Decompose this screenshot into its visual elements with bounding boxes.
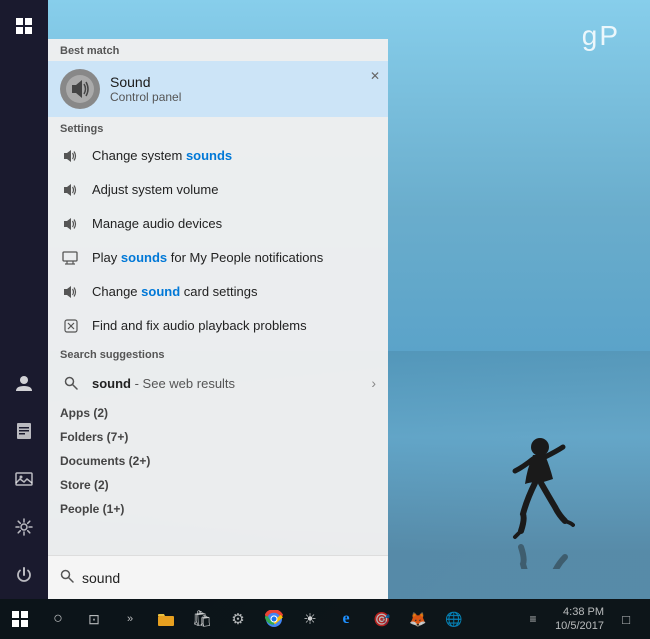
sidebar-item-settings[interactable] <box>0 503 48 551</box>
collapsible-folders[interactable]: Folders (7+) <box>48 425 388 449</box>
search-input[interactable] <box>82 570 376 586</box>
menu-item-text-3: Manage audio devices <box>92 216 222 232</box>
sound-app-icon <box>60 69 100 109</box>
taskbar-overflow-button[interactable]: » <box>112 599 148 639</box>
search-suggestions-label: Search suggestions <box>48 343 388 365</box>
best-match-title: Sound <box>110 74 181 90</box>
menu-item-text-6: Find and fix audio playback problems <box>92 318 307 334</box>
menu-item-manage-audio[interactable]: Manage audio devices <box>48 207 388 241</box>
sidebar-item-pictures[interactable] <box>0 455 48 503</box>
collapsible-people[interactable]: People (1+) <box>48 497 388 521</box>
taskbar-cortana-button[interactable]: ○ <box>40 599 76 639</box>
suggestion-text: sound - See web results <box>92 376 371 391</box>
search-box-icon <box>60 569 74 586</box>
taskbar-system-tray: ≡ 4:38 PM 10/5/2017 □ <box>515 599 650 639</box>
settings-section-label: Settings <box>48 117 388 139</box>
best-match-item[interactable]: Sound Control panel ✕ <box>48 61 388 117</box>
taskbar: ○ ⊡ » 🛍 ⚙ ☀ <box>0 599 650 639</box>
windows-sidebar <box>0 0 48 599</box>
taskbar-start-button[interactable] <box>0 599 40 639</box>
best-match-subtitle: Control panel <box>110 90 181 104</box>
taskbar-brightness-button[interactable]: ☀ <box>292 599 328 639</box>
sidebar-item-documents[interactable] <box>0 407 48 455</box>
taskbar-settings-button[interactable]: ⚙ <box>220 599 256 639</box>
sound-icon-1 <box>60 145 82 167</box>
taskbar-taskview-button[interactable]: ⊡ <box>76 599 112 639</box>
collapsible-documents[interactable]: Documents (2+) <box>48 449 388 473</box>
sidebar-item-user[interactable] <box>0 359 48 407</box>
taskbar-firefox-button[interactable]: 🦊 <box>400 599 436 639</box>
taskbar-action-center[interactable]: □ <box>608 599 644 639</box>
taskbar-chrome-button[interactable] <box>256 599 292 639</box>
sound-icon-2 <box>60 179 82 201</box>
menu-item-text-2: Adjust system volume <box>92 182 218 198</box>
menu-item-text-4: Play sounds for My People notifications <box>92 250 323 266</box>
search-icon <box>60 372 82 394</box>
best-match-text-block: Sound Control panel <box>110 74 181 104</box>
taskbar-fileexplorer-button[interactable] <box>148 599 184 639</box>
sound-icon-3 <box>60 213 82 235</box>
suggestion-item-sound[interactable]: sound - See web results › <box>48 365 388 401</box>
taskbar-notification-icon[interactable]: ≡ <box>515 599 551 639</box>
menu-item-adjust-volume[interactable]: Adjust system volume <box>48 173 388 207</box>
collapsible-apps[interactable]: Apps (2) <box>48 401 388 425</box>
gp-watermark: gP <box>582 20 620 52</box>
search-results-area[interactable]: Best match Sound Control panel ✕ <box>48 39 388 555</box>
menu-item-change-system-sounds[interactable]: Change system sounds <box>48 139 388 173</box>
sidebar-item-start[interactable] <box>0 2 48 50</box>
menu-item-sound-card[interactable]: Change sound card settings <box>48 275 388 309</box>
menu-item-fix-audio[interactable]: Find and fix audio playback problems <box>48 309 388 343</box>
start-menu: Best match Sound Control panel ✕ <box>48 39 388 599</box>
suggestion-arrow: › <box>371 375 376 391</box>
search-box <box>48 555 388 599</box>
sound-icon-5 <box>60 281 82 303</box>
taskbar-clock[interactable]: 4:38 PM 10/5/2017 <box>555 605 604 634</box>
taskbar-extra-button[interactable]: 🌐 <box>436 599 472 639</box>
taskbar-store-button[interactable]: 🛍 <box>184 599 220 639</box>
taskbar-edge-button[interactable]: e <box>328 599 364 639</box>
best-match-label: Best match <box>48 39 388 61</box>
menu-item-my-people[interactable]: Play sounds for My People notifications <box>48 241 388 275</box>
monitor-icon <box>60 247 82 269</box>
wrench-icon <box>60 315 82 337</box>
best-match-close-button[interactable]: ✕ <box>370 69 380 83</box>
sidebar-item-power[interactable] <box>0 551 48 599</box>
taskbar-media-button[interactable]: 🎯 <box>364 599 400 639</box>
collapsible-store[interactable]: Store (2) <box>48 473 388 497</box>
menu-item-text-1: Change system sounds <box>92 148 232 164</box>
runner-silhouette <box>505 429 575 569</box>
menu-item-text-5: Change sound card settings <box>92 284 257 300</box>
